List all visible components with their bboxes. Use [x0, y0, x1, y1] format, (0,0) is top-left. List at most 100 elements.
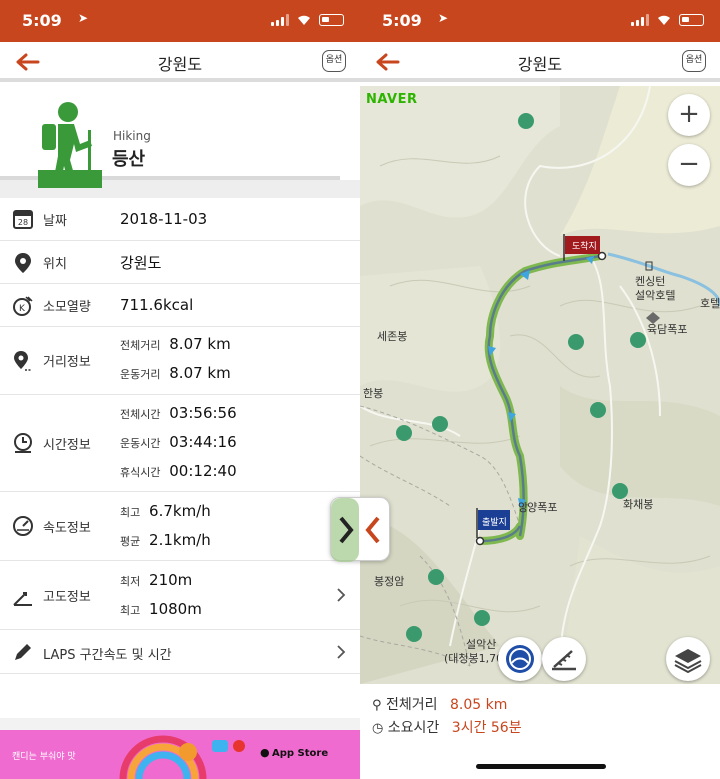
altitude-icon — [13, 592, 32, 606]
max-altitude-label: 최고 — [120, 604, 141, 617]
options-button[interactable]: 옵션 — [322, 50, 346, 72]
laps-label: LAPS 구간속도 및 시간 — [43, 648, 172, 663]
naver-logo: NAVER — [366, 92, 418, 107]
status-bar: 5:09 ➤ — [360, 0, 720, 42]
ad-divider — [0, 718, 360, 730]
exercise-distance-label: 운동거리 — [120, 368, 161, 381]
min-altitude-label: 최저 — [120, 575, 141, 588]
map-pin-icon — [15, 253, 31, 273]
speed-label: 속도정보 — [43, 520, 91, 536]
ad-text: 캔디는 부숴야 맛 — [12, 752, 76, 762]
rest-time-label: 휴식시간 — [120, 466, 161, 479]
altitude-row[interactable]: 고도정보 최저 210m 최고 1080m — [0, 561, 360, 630]
exercise-distance-value: 8.07 km — [169, 364, 231, 382]
page-title: 강원도 — [517, 55, 563, 74]
start-flag-label: 출발지 — [482, 518, 507, 528]
map-terrain — [360, 86, 720, 684]
date-label: 날짜 — [43, 213, 67, 229]
total-time: 전체시간 03:56:56 — [120, 404, 237, 422]
page-title: 강원도 — [157, 55, 203, 74]
options-button[interactable]: 옵션 — [682, 50, 706, 72]
time-row: 시간정보 전체시간 03:56:56 운동시간 03:44:16 휴식시간 00… — [0, 395, 360, 492]
ad-banner[interactable]: 캔디는 부숴야 맛 ● App Store — [0, 730, 360, 779]
total-distance-value: 8.07 km — [169, 335, 231, 353]
poi-bongjeongam: 봉정암 — [374, 575, 405, 588]
activity-details: 28 날짜 2018-11-03 위치 강원도 K 소모열량 711.6kcal… — [0, 198, 360, 674]
zoom-in-button[interactable]: + — [668, 94, 710, 136]
route-map[interactable]: NAVER + − 도착지 출발지 켄싱턴 설악호텔 호텔 육담폭포 세존봉 화… — [360, 86, 720, 684]
location-value: 강원도 — [120, 253, 162, 272]
rest-time: 휴식시간 00:12:40 — [120, 462, 237, 480]
distance-pin-icon — [14, 351, 32, 371]
finish-flag-label: 도착지 — [572, 242, 597, 252]
max-speed-value: 6.7km/h — [149, 502, 211, 520]
total-distance-label: 전체거리 — [120, 339, 161, 352]
max-altitude: 최고 1080m — [120, 600, 202, 618]
app-store-label: App Store — [272, 748, 329, 759]
apple-logo-icon: ● — [260, 746, 270, 759]
distance-label: 거리정보 — [43, 355, 91, 370]
cellular-signal-icon — [631, 14, 649, 26]
compass-button[interactable] — [498, 637, 542, 681]
status-time: 5:09 — [382, 11, 422, 30]
wifi-icon — [298, 15, 310, 25]
cellular-signal-icon — [271, 14, 289, 26]
exercise-time-label: 운동시간 — [120, 437, 161, 450]
zoom-out-button[interactable]: − — [668, 144, 710, 186]
clock-icon — [14, 433, 32, 453]
summary-distance-label: 전체거리 — [385, 697, 438, 713]
summary-duration-label: 소요시간 — [387, 720, 440, 736]
calendar-icon: 28 — [13, 210, 33, 229]
date-value: 2018-11-03 — [120, 210, 208, 228]
activity-type: 등산 — [112, 149, 146, 170]
time-label: 시간정보 — [43, 437, 91, 453]
min-altitude: 최저 210m — [120, 571, 192, 589]
exercise-distance: 운동거리 8.07 km — [120, 364, 231, 382]
speed-row: 속도정보 최고 6.7km/h 평균 2.1km/h — [0, 492, 360, 561]
poi-yukdam-falls: 육담폭포 — [647, 323, 688, 336]
location-label: 위치 — [43, 256, 67, 272]
summary-duration-value: 3시간 56분 — [451, 720, 522, 736]
status-time: 5:09 — [22, 11, 62, 30]
min-altitude-value: 210m — [149, 571, 193, 589]
poi-yangpokpo: 앙양폭포 — [518, 501, 558, 514]
calories-icon: K — [13, 296, 33, 316]
layers-icon — [674, 649, 702, 674]
candy-rainbow-icon — [119, 735, 245, 779]
altitude-icon — [552, 650, 576, 671]
elevation-view-button[interactable] — [542, 637, 586, 681]
calories-label: 소모열량 — [43, 299, 91, 315]
avg-speed: 평균 2.1km/h — [120, 531, 211, 549]
nav-bar: 강원도 옵션 — [0, 42, 360, 82]
distance-row: 거리정보 전체거리 8.07 km 운동거리 8.07 km — [0, 327, 360, 395]
chevron-right-icon — [337, 588, 346, 602]
laps-row[interactable]: LAPS 구간속도 및 시간 — [0, 630, 360, 674]
status-bar: 5:09 ➤ — [0, 0, 360, 42]
svg-text:28: 28 — [18, 218, 28, 227]
summary-duration: ◷ 소요시간 3시간 56분 — [372, 717, 522, 737]
wifi-icon — [658, 15, 670, 25]
layers-button[interactable] — [666, 637, 710, 681]
panel-toggle-button[interactable] — [330, 497, 390, 562]
exercise-time-value: 03:44:16 — [169, 433, 237, 451]
date-row: 28 날짜 2018-11-03 — [0, 198, 360, 241]
total-distance: 전체거리 8.07 km — [120, 335, 231, 353]
avg-speed-label: 평균 — [120, 535, 141, 548]
pencil-icon — [15, 644, 31, 660]
compass-icon — [506, 645, 534, 673]
poi-kensington-hotel: 설악호텔 — [635, 289, 676, 302]
total-time-value: 03:56:56 — [169, 404, 237, 422]
hiker-icon — [38, 102, 102, 188]
chevron-icon — [331, 498, 380, 562]
summary-distance: ⚲ 전체거리 8.05 km — [372, 694, 507, 714]
max-speed: 최고 6.7km/h — [120, 502, 211, 520]
max-speed-label: 최고 — [120, 506, 141, 519]
rest-time-value: 00:12:40 — [169, 462, 237, 480]
peak-hanbong: 한봉 — [363, 387, 384, 400]
svg-text:K: K — [19, 304, 26, 314]
battery-icon — [679, 14, 704, 26]
summary-distance-value: 8.05 km — [449, 697, 508, 713]
location-arrow-icon: ➤ — [78, 11, 89, 25]
speed-icon — [13, 516, 33, 536]
location-arrow-icon: ➤ — [438, 11, 449, 25]
